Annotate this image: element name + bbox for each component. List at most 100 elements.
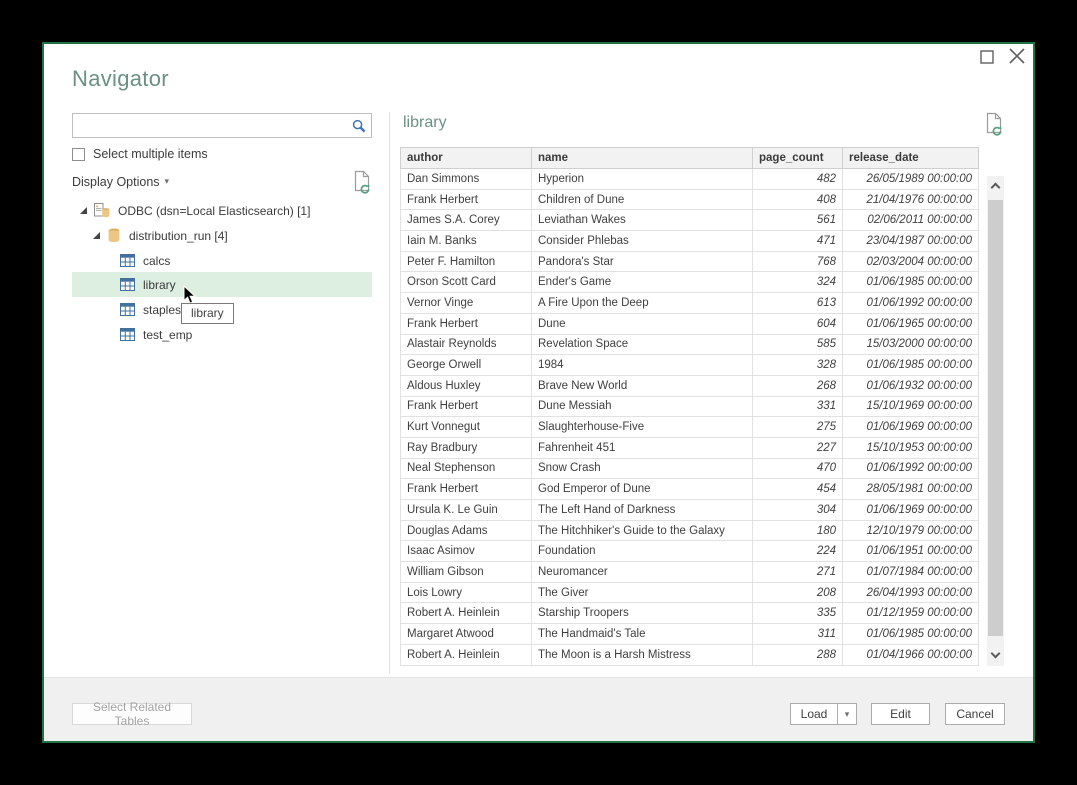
- table-cell-release_date: 15/10/1969 00:00:00: [843, 396, 979, 417]
- table-cell-release_date: 12/10/1979 00:00:00: [843, 520, 979, 541]
- table-cell-page_count: 227: [753, 437, 843, 458]
- table-row: Dan SimmonsHyperion48226/05/1989 00:00:0…: [401, 169, 979, 190]
- display-options-dropdown[interactable]: Display Options▾: [72, 173, 169, 190]
- refresh-icon[interactable]: [353, 170, 373, 199]
- table-cell-name: Hyperion: [532, 169, 753, 190]
- table-row: Orson Scott CardEnder's Game32401/06/198…: [401, 272, 979, 293]
- table-header-row: author name page_count release_date: [401, 148, 979, 169]
- load-button[interactable]: Load: [790, 703, 838, 725]
- table-row: Iain M. BanksConsider Phlebas47123/04/19…: [401, 231, 979, 252]
- column-header-name: name: [532, 148, 753, 169]
- search-input[interactable]: [73, 114, 345, 137]
- table-cell-name: Revelation Space: [532, 334, 753, 355]
- table-cell-release_date: 15/03/2000 00:00:00: [843, 334, 979, 355]
- search-icon[interactable]: [352, 119, 366, 138]
- scroll-up-icon[interactable]: [987, 176, 1004, 196]
- table-cell-author: Robert A. Heinlein: [401, 644, 532, 665]
- table-row: Frank HerbertChildren of Dune40821/04/19…: [401, 189, 979, 210]
- load-dropdown-button[interactable]: ▾: [837, 703, 857, 725]
- table-cell-release_date: 01/06/1992 00:00:00: [843, 293, 979, 314]
- close-icon[interactable]: [1008, 47, 1026, 65]
- scroll-down-icon[interactable]: [987, 646, 1004, 666]
- tree-item-calcs[interactable]: calcs: [72, 248, 372, 273]
- table-row: Ursula K. Le GuinThe Left Hand of Darkne…: [401, 500, 979, 521]
- refresh-preview-icon[interactable]: [985, 112, 1005, 141]
- table-cell-release_date: 01/06/1932 00:00:00: [843, 375, 979, 396]
- expand-triangle-icon[interactable]: [93, 232, 100, 239]
- chevron-down-icon: ▾: [845, 709, 850, 720]
- table-cell-page_count: 331: [753, 396, 843, 417]
- tree-item-odbc-source[interactable]: ODBC (dsn=Local Elasticsearch) [1]: [72, 198, 372, 223]
- tree-item-label: library: [143, 278, 176, 292]
- table-cell-name: The Left Hand of Darkness: [532, 500, 753, 521]
- table-cell-author: Robert A. Heinlein: [401, 603, 532, 624]
- table-row: Alastair ReynoldsRevelation Space58515/0…: [401, 334, 979, 355]
- select-multiple-checkbox[interactable]: [72, 148, 85, 161]
- table-cell-release_date: 26/04/1993 00:00:00: [843, 582, 979, 603]
- table-icon: [120, 278, 135, 291]
- preview-scrollbar[interactable]: [987, 176, 1004, 666]
- table-cell-author: Kurt Vonnegut: [401, 417, 532, 438]
- table-cell-page_count: 271: [753, 562, 843, 583]
- table-cell-page_count: 311: [753, 624, 843, 645]
- footer-bar: Select Related Tables Load ▾ Edit Cancel: [44, 677, 1033, 741]
- table-cell-author: Frank Herbert: [401, 313, 532, 334]
- table-cell-page_count: 604: [753, 313, 843, 334]
- preview-title: library: [403, 114, 447, 132]
- table-cell-name: 1984: [532, 355, 753, 376]
- table-cell-author: Margaret Atwood: [401, 624, 532, 645]
- tree-item-label: calcs: [143, 254, 170, 268]
- maximize-icon[interactable]: [980, 50, 994, 64]
- tree-item-library[interactable]: library: [72, 272, 372, 297]
- tooltip: library: [181, 303, 234, 324]
- table-cell-page_count: 304: [753, 500, 843, 521]
- tree-item-label: staples: [143, 303, 181, 317]
- table-row: James S.A. CoreyLeviathan Wakes56102/06/…: [401, 210, 979, 231]
- table-cell-release_date: 01/07/1984 00:00:00: [843, 562, 979, 583]
- tree-item-test-emp[interactable]: test_emp: [72, 322, 372, 347]
- table-cell-author: Douglas Adams: [401, 520, 532, 541]
- table-cell-author: Ursula K. Le Guin: [401, 500, 532, 521]
- table-cell-name: The Moon is a Harsh Mistress: [532, 644, 753, 665]
- table-cell-name: The Giver: [532, 582, 753, 603]
- table-cell-page_count: 613: [753, 293, 843, 314]
- table-cell-release_date: 01/06/1992 00:00:00: [843, 458, 979, 479]
- table-row: Kurt VonnegutSlaughterhouse-Five27501/06…: [401, 417, 979, 438]
- database-icon: [107, 228, 121, 243]
- navigator-dialog: Navigator Select multiple items Display …: [42, 42, 1035, 743]
- table-cell-name: Neuromancer: [532, 562, 753, 583]
- table-cell-page_count: 768: [753, 251, 843, 272]
- table-cell-release_date: 01/06/1965 00:00:00: [843, 313, 979, 334]
- table-cell-page_count: 208: [753, 582, 843, 603]
- scrollbar-thumb[interactable]: [988, 200, 1003, 636]
- table-cell-name: Consider Phlebas: [532, 231, 753, 252]
- table-cell-name: Starship Troopers: [532, 603, 753, 624]
- table-cell-name: God Emperor of Dune: [532, 479, 753, 500]
- table-cell-author: Ray Bradbury: [401, 437, 532, 458]
- table-cell-author: Neal Stephenson: [401, 458, 532, 479]
- table-cell-page_count: 180: [753, 520, 843, 541]
- cancel-button[interactable]: Cancel: [945, 703, 1005, 725]
- table-cell-page_count: 454: [753, 479, 843, 500]
- table-cell-name: The Hitchhiker's Guide to the Galaxy: [532, 520, 753, 541]
- table-cell-name: Brave New World: [532, 375, 753, 396]
- table-cell-name: Slaughterhouse-Five: [532, 417, 753, 438]
- table-cell-release_date: 28/05/1981 00:00:00: [843, 479, 979, 500]
- table-row: Peter F. HamiltonPandora's Star76802/03/…: [401, 251, 979, 272]
- search-box: [72, 113, 372, 138]
- panel-divider: [389, 112, 390, 674]
- table-cell-name: Dune Messiah: [532, 396, 753, 417]
- table-cell-author: James S.A. Corey: [401, 210, 532, 231]
- table-cell-release_date: 01/06/1969 00:00:00: [843, 500, 979, 521]
- preview-table-body: Dan SimmonsHyperion48226/05/1989 00:00:0…: [401, 169, 979, 666]
- table-cell-author: Frank Herbert: [401, 479, 532, 500]
- table-cell-name: Leviathan Wakes: [532, 210, 753, 231]
- table-icon: [120, 328, 135, 341]
- edit-button[interactable]: Edit: [871, 703, 930, 725]
- tree-item-distribution-run[interactable]: distribution_run [4]: [72, 223, 372, 248]
- select-related-tables-button[interactable]: Select Related Tables: [72, 703, 192, 725]
- column-header-release-date: release_date: [843, 148, 979, 169]
- expand-triangle-icon[interactable]: [80, 207, 87, 214]
- table-row: George Orwell198432801/06/1985 00:00:00: [401, 355, 979, 376]
- table-cell-author: Vernor Vinge: [401, 293, 532, 314]
